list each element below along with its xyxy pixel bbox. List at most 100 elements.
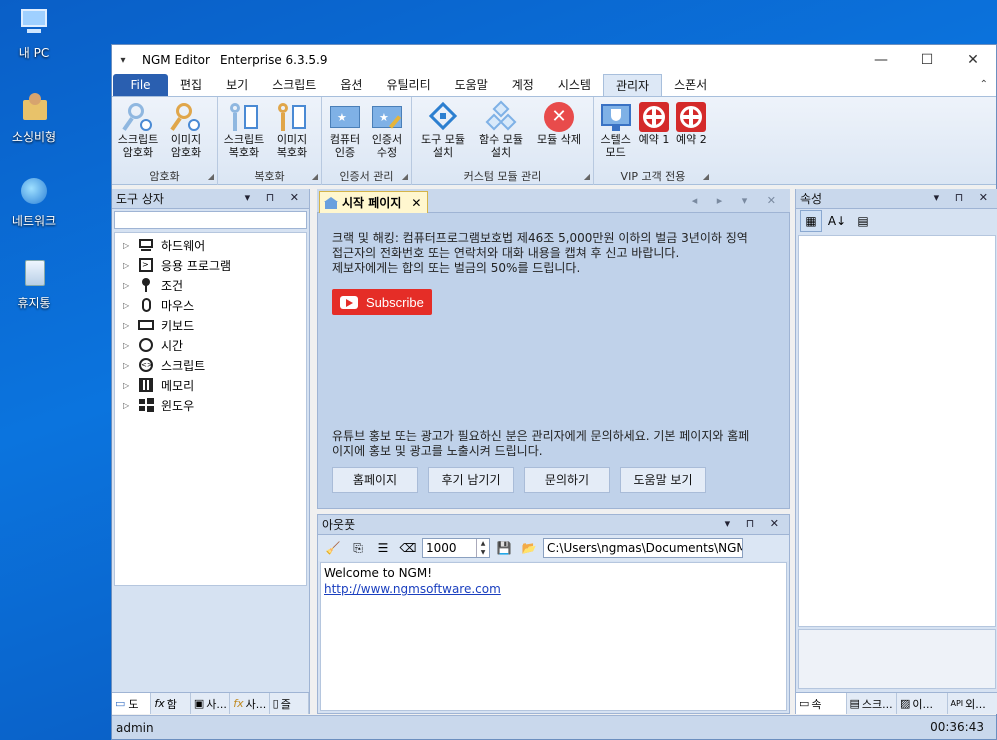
- tab-edit[interactable]: 편집: [168, 74, 214, 96]
- tab-sponsor[interactable]: 스폰서: [662, 74, 719, 96]
- desktop-icon-label: 휴지통: [17, 296, 51, 310]
- tree-item-mouse[interactable]: ▷ 마우스: [115, 295, 306, 315]
- tab-image[interactable]: ▨ 이...: [897, 693, 948, 714]
- sort-alpha-icon[interactable]: A↓: [826, 210, 848, 232]
- tab-help[interactable]: 도움말: [443, 74, 500, 96]
- recycle-bin-icon: [17, 256, 51, 290]
- output-log: Welcome to NGM! http://www.ngmsoftware.c…: [320, 562, 787, 711]
- computer-icon: [17, 6, 51, 40]
- write-review-button[interactable]: 후기 남기기: [428, 467, 514, 493]
- properties-bottom-tabs: ▭ 속 ▤ 스크... ▨ 이... API 외...: [796, 692, 997, 714]
- property-grid[interactable]: [798, 235, 996, 627]
- tab-script[interactable]: 스크립트: [260, 74, 328, 96]
- code-icon: <>: [138, 358, 154, 372]
- status-user: admin: [116, 720, 154, 735]
- tree-item-keyboard[interactable]: ▷ 키보드: [115, 315, 306, 335]
- tab-functions[interactable]: fx 함: [151, 693, 191, 714]
- tab-external[interactable]: API 외...: [948, 693, 997, 714]
- tab-navigation[interactable]: ◂ ▸ ▾ ✕: [692, 194, 784, 207]
- ribbon-group-certificate: ★ 컴퓨터 인증 ★ 인증서 수정 인증서 관리 ◢: [322, 97, 412, 185]
- ribbon-group-label: 인증서 관리 ◢: [339, 170, 408, 183]
- save-icon[interactable]: 💾: [493, 537, 515, 559]
- inquiry-button[interactable]: 문의하기: [524, 467, 610, 493]
- property-pages-icon[interactable]: ▤: [852, 210, 874, 232]
- tab-toolbox[interactable]: ▭ 도: [112, 693, 152, 714]
- ribbon-group-encrypt: 스크립트 암호화 이미지 암호화 암호화 ◢: [112, 97, 218, 185]
- desktop-icon-network[interactable]: 네트워크: [6, 174, 62, 229]
- clear-brush-icon[interactable]: 🧹: [322, 537, 344, 559]
- tree-item-time[interactable]: ▷ 시간: [115, 335, 306, 355]
- image-icon: ▨: [900, 697, 911, 710]
- tab-script-panel[interactable]: ▤ 스크...: [847, 693, 897, 714]
- briefcase-icon: ▣: [193, 697, 205, 710]
- tab-view[interactable]: 보기: [214, 74, 260, 96]
- output-line: Welcome to NGM!: [324, 566, 433, 580]
- property-description: [798, 629, 996, 689]
- start-page-buttons: 홈페이지 후기 남기기 문의하기 도움말 보기: [332, 467, 706, 493]
- tree-item-condition[interactable]: ▷ 조건: [115, 275, 306, 295]
- app-name: NGM Editor: [142, 53, 210, 67]
- eraser-icon[interactable]: ⌫: [397, 537, 419, 559]
- view-help-button[interactable]: 도움말 보기: [620, 467, 706, 493]
- tree-item-script[interactable]: ▷ <> 스크립트: [115, 355, 306, 375]
- tab-favorites[interactable]: ▯ 즐: [270, 693, 310, 714]
- tab-start-page[interactable]: 시작 페이지 ✕: [319, 191, 429, 213]
- tab-options[interactable]: 옵션: [328, 74, 374, 96]
- document-icon: ▯: [272, 697, 279, 710]
- ribbon-group-label: 복호화 ◢: [254, 170, 318, 183]
- panel-controls[interactable]: ▾ ⊓ ✕: [245, 191, 305, 204]
- network-icon: [17, 174, 51, 208]
- maximize-button[interactable]: ☐: [904, 45, 950, 75]
- desktop-icon-my-pc[interactable]: 내 PC: [6, 6, 62, 61]
- output-panel: 아웃풋 ▾ ⊓ ✕ 🧹 ⎘ ☰ ⌫ 1000 ▲ ▼ 💾 📂 C:\Users\ng…: [317, 514, 790, 714]
- tree-item-application[interactable]: ▷ > 응용 프로그램: [115, 255, 306, 275]
- tab-user-1[interactable]: ▣ 사...: [191, 693, 231, 714]
- function-icon: fx: [233, 697, 244, 710]
- tab-utility[interactable]: 유틸리티: [374, 74, 442, 96]
- toolbox-search-input[interactable]: [114, 211, 307, 229]
- properties-toolbar: ▦ A↓ ▤: [796, 209, 997, 233]
- tab-file[interactable]: File: [113, 74, 168, 96]
- panel-controls[interactable]: ▾ ⊓ ✕: [934, 191, 994, 204]
- line-limit-input[interactable]: 1000 ▲ ▼: [422, 538, 490, 558]
- ribbon-panel: 스크립트 암호화 이미지 암호화 암호화 ◢ 스크립트 복호화 이미지 복호화 …: [112, 97, 996, 185]
- panel-controls[interactable]: ▾ ⊓ ✕: [725, 517, 785, 530]
- close-button[interactable]: ✕: [950, 45, 996, 75]
- toolbox-title: 도구 상자: [116, 192, 164, 206]
- cubes-icon: [485, 100, 517, 133]
- keyboard-icon: [138, 318, 154, 332]
- key-icon: [276, 101, 308, 133]
- memory-icon: [138, 378, 154, 392]
- tab-account[interactable]: 계정: [500, 74, 546, 96]
- app-window: ▾ NGM Editor Enterprise 6.3.5.9 — ☐ ✕ Fil…: [111, 44, 997, 740]
- ribbon-group-decrypt: 스크립트 복호화 이미지 복호화 복호화 ◢: [218, 97, 322, 185]
- homepage-button[interactable]: 홈페이지: [332, 467, 418, 493]
- output-link[interactable]: http://www.ngmsoftware.com: [324, 581, 783, 597]
- tree-item-window[interactable]: ▷ 윈도우: [115, 395, 306, 415]
- minimize-button[interactable]: —: [858, 45, 904, 75]
- reserve-icon: [638, 101, 670, 133]
- ribbon-collapse-icon[interactable]: ⌃: [980, 79, 988, 90]
- tab-system[interactable]: 시스템: [546, 74, 603, 96]
- home-icon: [324, 196, 338, 209]
- categorized-icon[interactable]: ▦: [800, 210, 822, 232]
- youtube-subscribe-button[interactable]: Subscribe: [332, 289, 432, 315]
- desktop-icon-user-folder[interactable]: 소싱비형: [6, 90, 62, 145]
- wrap-lines-icon[interactable]: ☰: [372, 537, 394, 559]
- close-tab-icon[interactable]: ✕: [411, 196, 421, 210]
- ribbon-tabs: File 편집 보기 스크립트 옵션 유틸리티 도움말 계정 시스템 관리자 스…: [112, 74, 996, 97]
- spinner-icon: ▲ ▼: [476, 539, 489, 557]
- output-path-input[interactable]: C:\Users\ngmas\Documents\NGM6\: [543, 538, 743, 558]
- tab-properties[interactable]: ▭ 속: [796, 693, 847, 714]
- quick-access-menu-icon[interactable]: ▾: [112, 55, 134, 66]
- desktop-icon-recycle-bin[interactable]: 휴지통: [6, 256, 62, 311]
- toolbox-bottom-tabs: ▭ 도 fx 함 ▣ 사... fx 사... ▯ 즐: [112, 692, 310, 714]
- toolbox-header: 도구 상자 ▾ ⊓ ✕: [112, 189, 309, 209]
- ribbon-group-label: VIP 고객 전용 ◢: [620, 170, 709, 183]
- tab-admin[interactable]: 관리자: [602, 74, 663, 96]
- tree-item-memory[interactable]: ▷ 메모리: [115, 375, 306, 395]
- tab-user-2[interactable]: fx 사...: [230, 693, 270, 714]
- tree-item-hardware[interactable]: ▷ 하드웨어: [115, 235, 306, 255]
- page-settings-icon[interactable]: ⎘: [347, 537, 369, 559]
- open-folder-icon[interactable]: 📂: [518, 537, 540, 559]
